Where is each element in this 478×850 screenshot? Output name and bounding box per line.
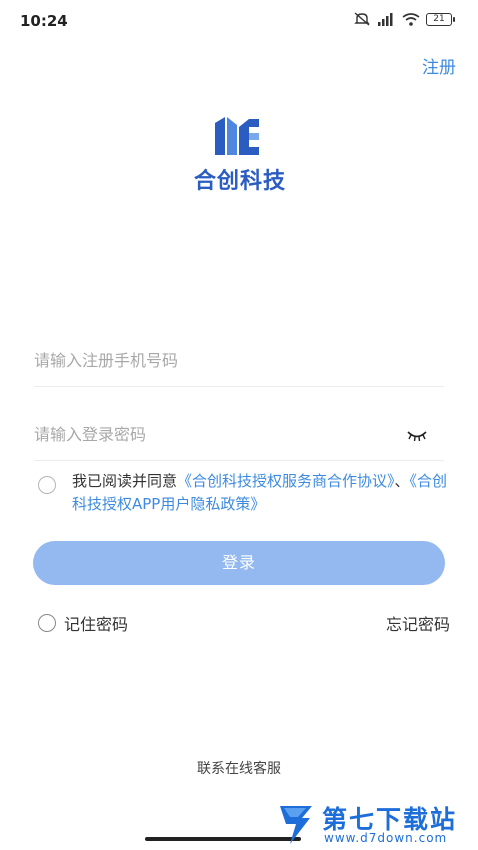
company-logo: 合创科技 [175,115,305,194]
watermark-url: www.d7down.com [324,831,448,845]
agreement-separator: 、 [394,472,410,490]
agreement-prefix: 我已阅读并同意 [72,472,178,490]
watermark-logo: 第七下载站 www.d7down.com [276,800,472,848]
company-name: 合创科技 [193,169,286,194]
login-button[interactable]: 登录 [33,541,445,585]
status-bar: 10:24 21 [0,0,478,40]
remember-password-toggle[interactable]: 记住密码 [38,611,128,635]
mute-icon [354,12,370,26]
battery-icon: 21 [426,12,455,26]
forgot-password-link[interactable]: 忘记密码 [386,611,450,635]
hd-signal-icon [376,12,396,26]
wifi-icon [402,12,420,26]
password-field [34,410,444,461]
agreement-text: 我已阅读并同意《合创科技授权服务商合作协议》、《合创科技授权APP用户隐私政策》 [72,470,452,516]
remember-label: 记住密码 [64,615,129,634]
agreement-checkbox[interactable] [38,476,56,494]
status-time: 10:24 [20,12,68,30]
status-icons: 21 [354,12,455,26]
contact-support-link[interactable]: 联系在线客服 [0,758,478,778]
password-input[interactable] [34,410,374,458]
register-link[interactable]: 注册 [422,53,456,78]
watermark-mark-icon [276,802,318,846]
service-agreement-link[interactable]: 《合创科技授权服务商合作协议》 [177,472,395,490]
remember-radio[interactable] [38,614,56,632]
eye-closed-icon[interactable] [406,428,428,442]
phone-field [34,336,444,387]
phone-input[interactable] [34,336,374,384]
logo-mark-icon [213,115,263,159]
